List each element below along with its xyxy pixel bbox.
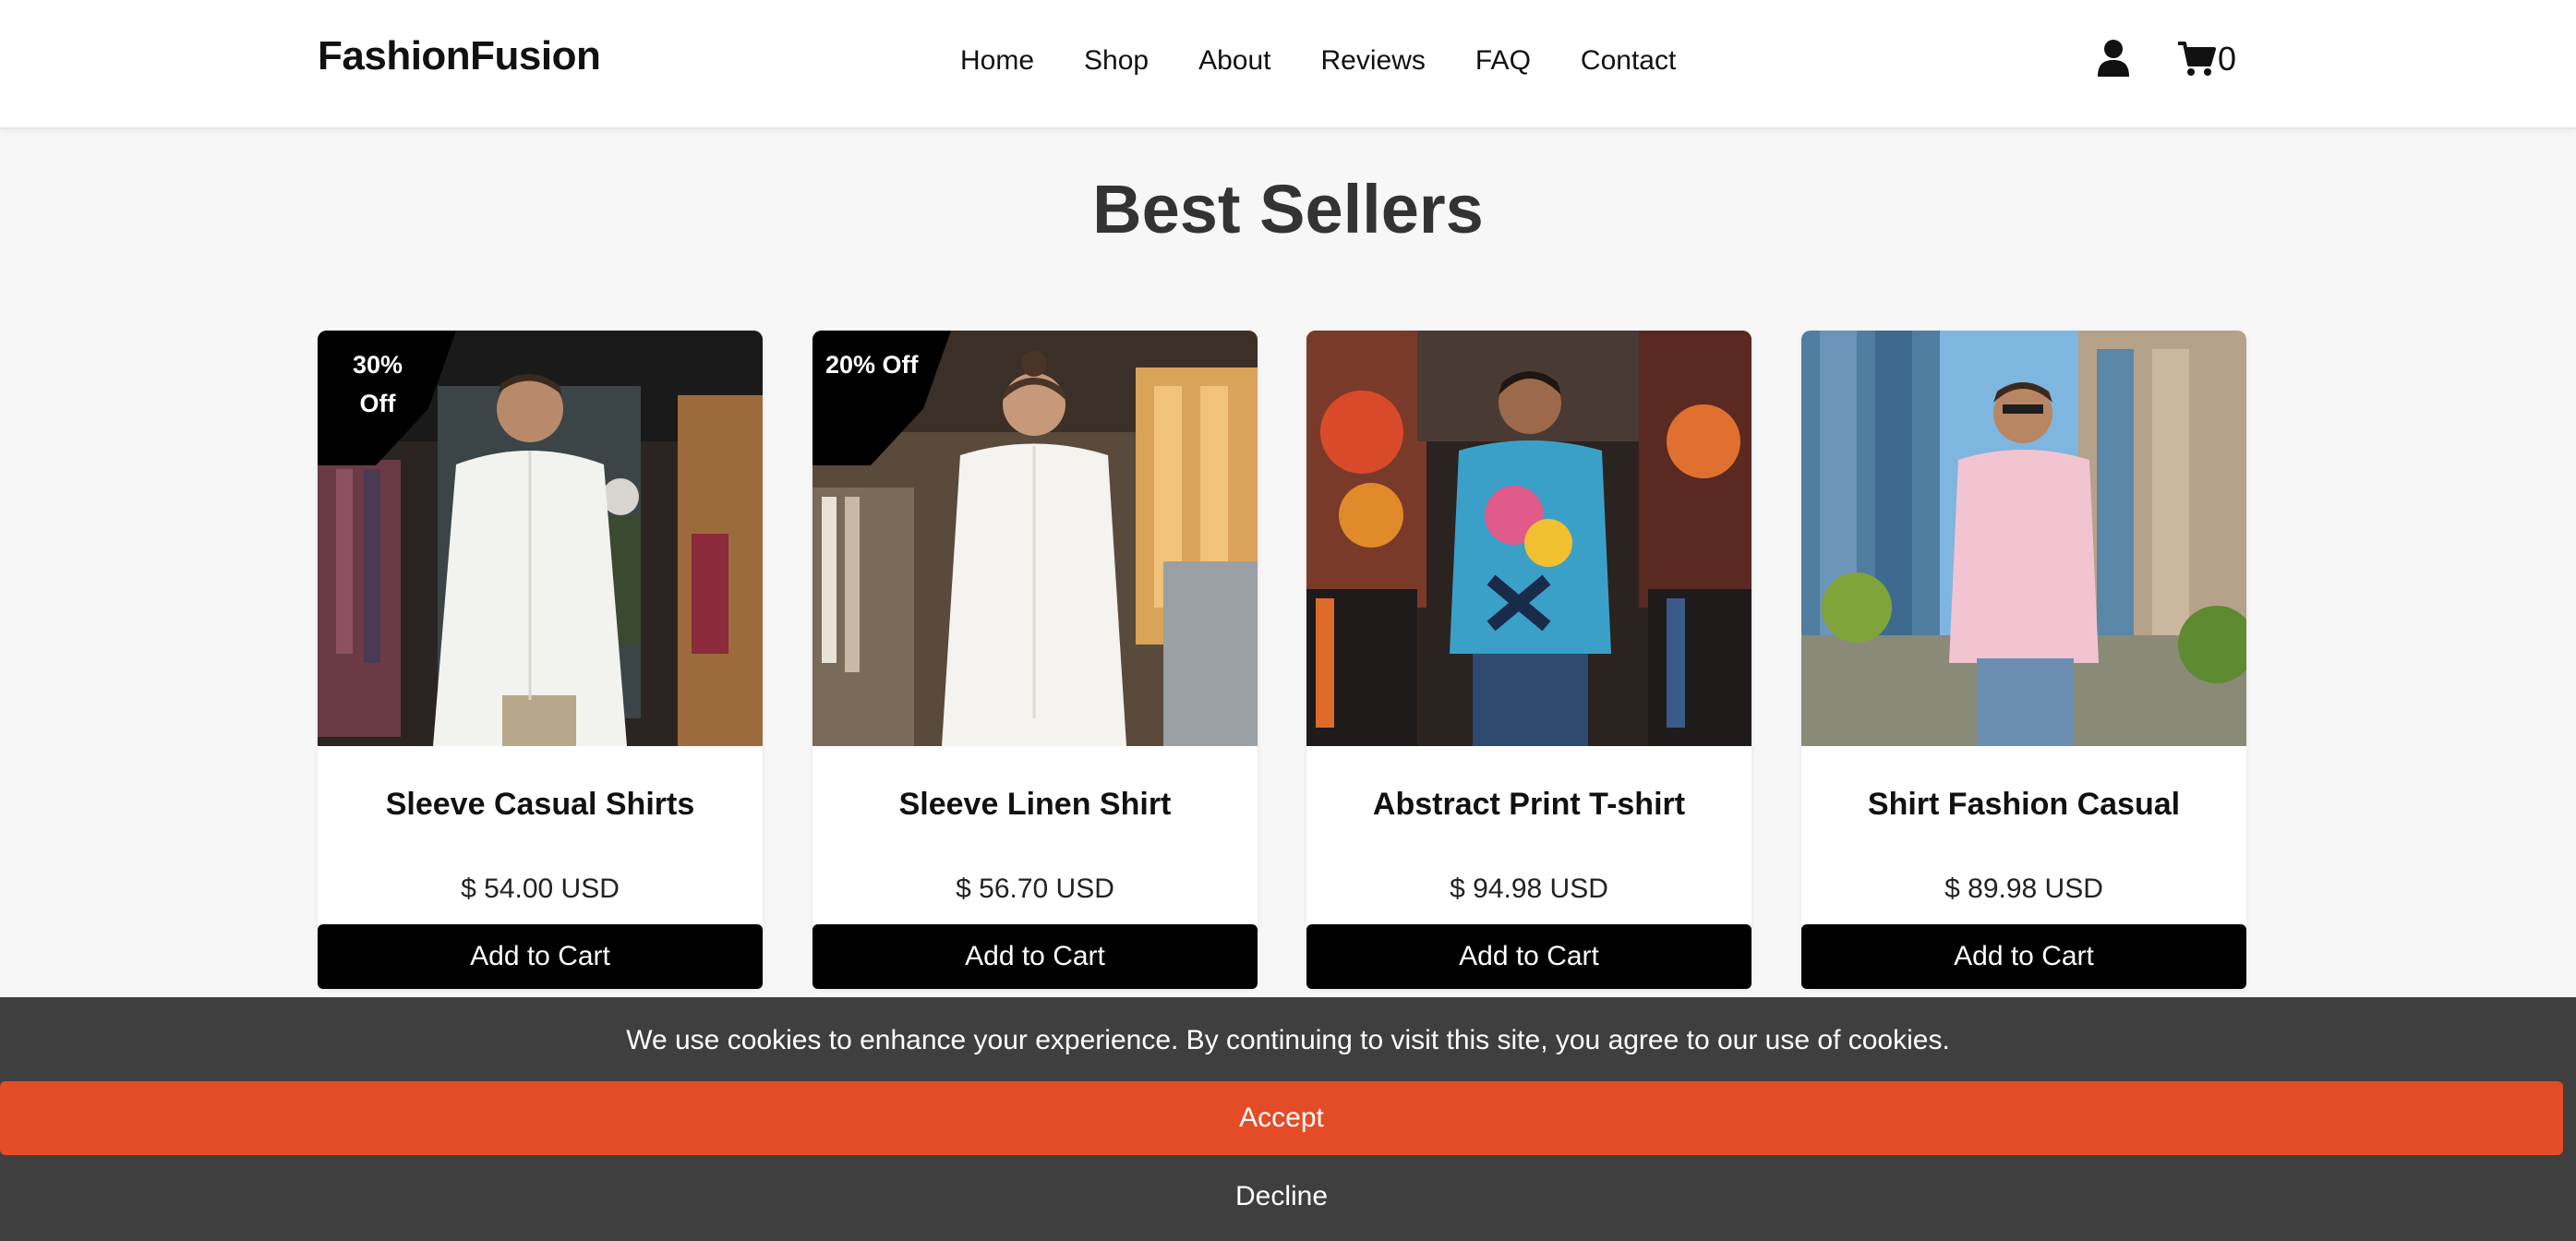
product-name[interactable]: Abstract Print T-shirt xyxy=(1306,787,1751,823)
product-image[interactable] xyxy=(1306,331,1751,746)
user-icon xyxy=(2098,40,2129,77)
cookie-message: We use cookies to enhance your experienc… xyxy=(626,1025,1950,1055)
product-image[interactable] xyxy=(1801,331,2246,746)
cart-button[interactable]: 0 xyxy=(2177,39,2236,79)
discount-badge-label: 30% xyxy=(352,351,403,379)
product-image[interactable]: 30% Off xyxy=(318,331,763,746)
nav-about[interactable]: About xyxy=(1198,41,1270,81)
main-nav: Home Shop About Reviews FAQ Contact xyxy=(960,41,1726,81)
add-to-cart-button[interactable]: Add to Cart xyxy=(318,924,763,989)
nav-shop[interactable]: Shop xyxy=(1084,41,1149,81)
add-to-cart-button[interactable]: Add to Cart xyxy=(1801,924,2246,989)
accept-cookies-button[interactable]: Accept xyxy=(0,1081,2563,1155)
discount-badge-suffix: Off xyxy=(359,390,396,417)
product-price: $ 54.00 USD xyxy=(461,874,620,904)
product-image[interactable]: 20% Off xyxy=(813,331,1258,746)
product-price: $ 89.98 USD xyxy=(1944,874,2103,904)
account-button[interactable] xyxy=(2096,39,2131,78)
cart-count: 0 xyxy=(2218,40,2237,78)
nav-reviews[interactable]: Reviews xyxy=(1321,41,1426,81)
product-price: $ 56.70 USD xyxy=(956,874,1114,904)
add-to-cart-button[interactable]: Add to Cart xyxy=(813,924,1258,989)
decline-cookies-button[interactable]: Decline xyxy=(0,1160,2563,1234)
nav-home[interactable]: Home xyxy=(960,41,1034,81)
product-price: $ 94.98 USD xyxy=(1450,874,1608,904)
add-to-cart-button[interactable]: Add to Cart xyxy=(1306,924,1751,989)
brand-logo[interactable]: FashionFusion xyxy=(318,33,601,79)
section-title: Best Sellers xyxy=(1092,171,1484,247)
product-name[interactable]: Shirt Fashion Casual xyxy=(1801,787,2246,823)
nav-contact[interactable]: Contact xyxy=(1581,41,1676,81)
product-name[interactable]: Sleeve Linen Shirt xyxy=(813,787,1258,823)
discount-badge-label: 20% Off xyxy=(825,351,919,379)
cookie-consent-bar: We use cookies to enhance your experienc… xyxy=(0,997,2576,1241)
nav-faq[interactable]: FAQ xyxy=(1475,41,1531,81)
product-name[interactable]: Sleeve Casual Shirts xyxy=(318,787,763,823)
shopping-cart-icon xyxy=(2178,42,2216,76)
site-header: FashionFusion Home Shop About Reviews FA… xyxy=(0,0,2576,129)
